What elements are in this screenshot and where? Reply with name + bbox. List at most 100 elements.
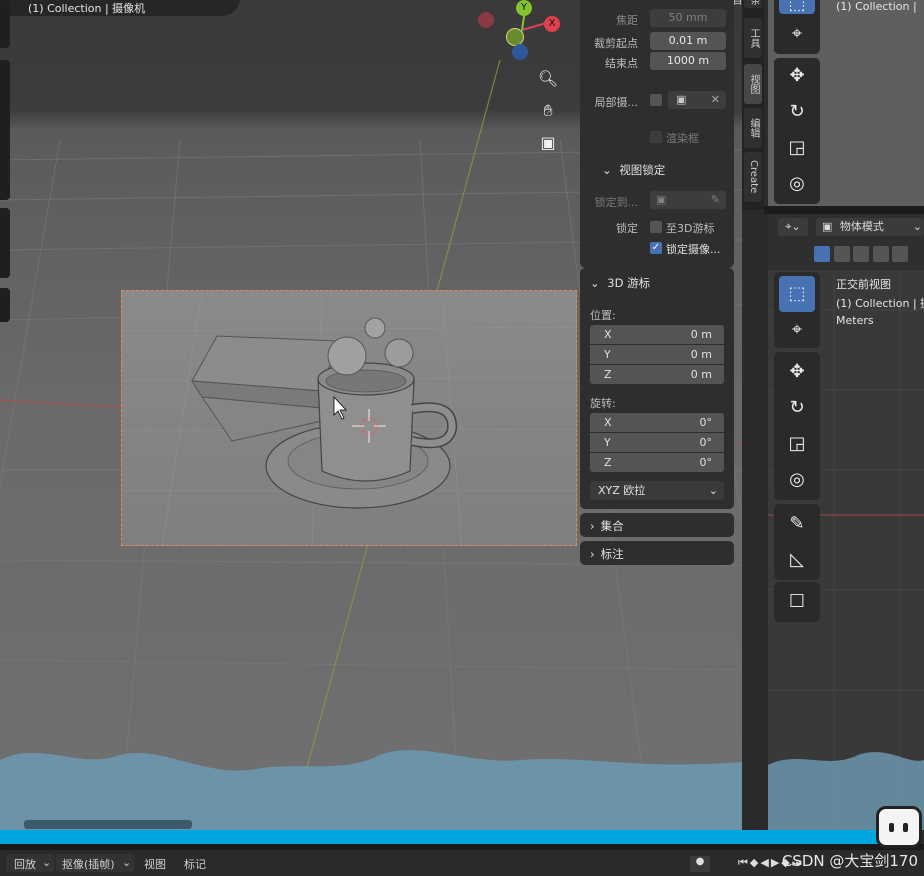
chevron-down-icon: ⌄: [912, 220, 922, 233]
camera-frame[interactable]: [121, 290, 577, 546]
hand-pan-icon[interactable]: ✋︎: [535, 98, 561, 124]
rotation-z-field[interactable]: Z 0°: [590, 453, 724, 472]
view-name: 正交前视图: [836, 278, 891, 291]
eyedropper-icon[interactable]: ✎: [711, 191, 720, 209]
bilibili-logo-icon: [876, 806, 922, 848]
toolbar-stub[interactable]: [0, 60, 10, 200]
rotation-x-field[interactable]: X 0°: [590, 413, 724, 432]
y-axis-ball[interactable]: Y: [516, 0, 532, 16]
select-invert-icon[interactable]: [872, 246, 889, 262]
toolbar-group: ✎ ◺: [774, 504, 820, 580]
transform-icon[interactable]: ◎: [779, 462, 815, 498]
clip-start-field[interactable]: 0.01 m: [650, 32, 726, 50]
keying-menu[interactable]: 抠像(插帧) ⌄: [56, 854, 134, 872]
mode-select[interactable]: ▣ 物体模式 ⌄: [816, 218, 924, 236]
chevron-down-icon: ⌄: [602, 163, 612, 177]
rotation-mode-select[interactable]: XYZ 欧拉 ⌄: [590, 481, 724, 500]
playback-menu[interactable]: 回放 ⌄: [6, 854, 54, 872]
select-new-icon[interactable]: [814, 246, 830, 262]
rotation-label: 旋转:: [590, 397, 616, 410]
rotate-icon[interactable]: ↻: [779, 94, 815, 130]
watermark-text: CSDN @大宝剑170: [781, 852, 918, 870]
location-x-field[interactable]: X0 m: [590, 325, 724, 344]
select-subtract-icon[interactable]: [853, 246, 869, 262]
editor-type-icon[interactable]: ⌖⌄: [778, 218, 808, 236]
add-cube-icon[interactable]: ☐: [779, 584, 815, 620]
local-camera-picker[interactable]: ▣ ✕: [668, 91, 726, 109]
x-axis-ball[interactable]: X: [544, 16, 560, 32]
toolbar-group: ✥ ↻ ◲ ◎: [774, 352, 820, 500]
transform-icon[interactable]: ◎: [779, 166, 815, 202]
tab-view[interactable]: 视图: [744, 64, 762, 104]
select-intersect-icon[interactable]: [892, 246, 908, 262]
viewport-overlay-title: (1) Collection | 摄像机: [28, 2, 146, 15]
render-region-label: 渲染框: [666, 132, 699, 145]
focal-length-field[interactable]: 50 mm: [650, 9, 726, 27]
tab-edit[interactable]: 编辑: [744, 108, 762, 148]
3d-cursor-header[interactable]: ⌄ 3D 游标: [590, 275, 650, 291]
select-extend-icon[interactable]: [833, 246, 850, 262]
select-box-icon[interactable]: ⬚: [779, 0, 815, 14]
secondary-viewport-top[interactable]: (1) Collection | ⬚ ⌖ ✥ ↻ ◲ ◎: [768, 0, 924, 206]
camera-view-icon[interactable]: ▣: [535, 130, 561, 156]
collection-line: (1) Collection | 摄: [836, 297, 924, 310]
lock-to-object-label: 锁定到...: [594, 196, 639, 209]
chevron-right-icon: ›: [590, 547, 595, 561]
zoom-icon[interactable]: 🔍︎: [535, 66, 561, 92]
select-box-icon[interactable]: ⬚: [779, 276, 815, 312]
chevron-down-icon: ⌄: [122, 856, 132, 869]
object-icon: ▣: [656, 193, 667, 206]
secondary-viewport[interactable]: 正交前视图 (1) Collection | 摄 Meters ⬚ ⌖ ✥ ↻ …: [768, 270, 924, 830]
lock-3d-cursor-checkbox[interactable]: [650, 221, 662, 233]
annotation-panel-header[interactable]: › 标注: [580, 541, 734, 565]
toolbar-stub[interactable]: [0, 208, 10, 278]
rotation-y-field[interactable]: Y 0°: [590, 433, 724, 452]
toolbar-group: ⬚ ⌖: [774, 272, 820, 348]
z-axis-ball[interactable]: [512, 44, 528, 60]
annotate-icon[interactable]: ✎: [779, 506, 815, 542]
selection-mode-buttons: [814, 246, 908, 262]
toolbar-group: ✥ ↻ ◲ ◎: [774, 58, 820, 204]
measure-icon[interactable]: ◺: [779, 542, 815, 578]
neg-x-axis-ball[interactable]: [478, 12, 494, 28]
lock-to-object-field[interactable]: ▣ ✎: [650, 191, 726, 209]
record-icon[interactable]: ●: [690, 856, 710, 872]
navigation-gizmo[interactable]: Y X: [470, 0, 570, 70]
move-icon[interactable]: ✥: [779, 58, 815, 94]
view-lock-header[interactable]: ⌄ 视图锁定: [602, 162, 665, 178]
chevron-right-icon: ›: [590, 519, 595, 533]
object-mode-icon: ▣: [822, 220, 833, 233]
view-menu[interactable]: 视图: [144, 856, 166, 872]
chevron-down-icon: ⌄: [42, 856, 52, 869]
collection-panel-header[interactable]: › 集合: [580, 513, 734, 537]
toolbar-stub[interactable]: [0, 288, 10, 322]
tab-item[interactable]: 条目: [730, 0, 762, 8]
video-progress-bar[interactable]: [0, 830, 878, 844]
marker-menu[interactable]: 标记: [184, 856, 206, 872]
lock-camera-checkbox[interactable]: ✓: [650, 242, 662, 254]
scrollbar-handle[interactable]: [24, 820, 192, 829]
3d-cursor-panel: ⌄ 3D 游标 位置: X0 m Y0 m Z0 m 旋转: X 0° Y 0° Z…: [580, 268, 734, 509]
rotation-mode-value: XYZ 欧拉: [598, 484, 646, 497]
toolbar-stub[interactable]: [0, 0, 10, 48]
clear-x-icon[interactable]: ✕: [711, 91, 720, 109]
rotate-icon[interactable]: ↻: [779, 390, 815, 426]
render-region-checkbox[interactable]: [650, 131, 662, 143]
location-y-field[interactable]: Y0 m: [590, 345, 724, 364]
clip-start-label: 裁剪起点: [594, 37, 638, 50]
cursor-tool-icon[interactable]: ⌖: [779, 16, 815, 52]
area-divider[interactable]: [764, 206, 924, 214]
scale-icon[interactable]: ◲: [779, 426, 815, 462]
secondary-overlay-title: (1) Collection |: [836, 0, 917, 13]
clip-end-field[interactable]: 1000 m: [650, 52, 726, 70]
secondary-viewport-header: ⌖⌄ ▣ 物体模式 ⌄: [768, 214, 924, 270]
move-icon[interactable]: ✥: [779, 354, 815, 390]
camera-object-icon: ▣: [676, 93, 687, 106]
location-z-field[interactable]: Z0 m: [590, 365, 724, 384]
tab-create[interactable]: Create: [744, 152, 762, 202]
chevron-down-icon: ⌄: [590, 276, 600, 290]
local-camera-checkbox[interactable]: [650, 94, 662, 106]
tab-tool[interactable]: 工具: [744, 18, 762, 58]
scale-icon[interactable]: ◲: [779, 130, 815, 166]
cursor-tool-icon[interactable]: ⌖: [779, 312, 815, 348]
